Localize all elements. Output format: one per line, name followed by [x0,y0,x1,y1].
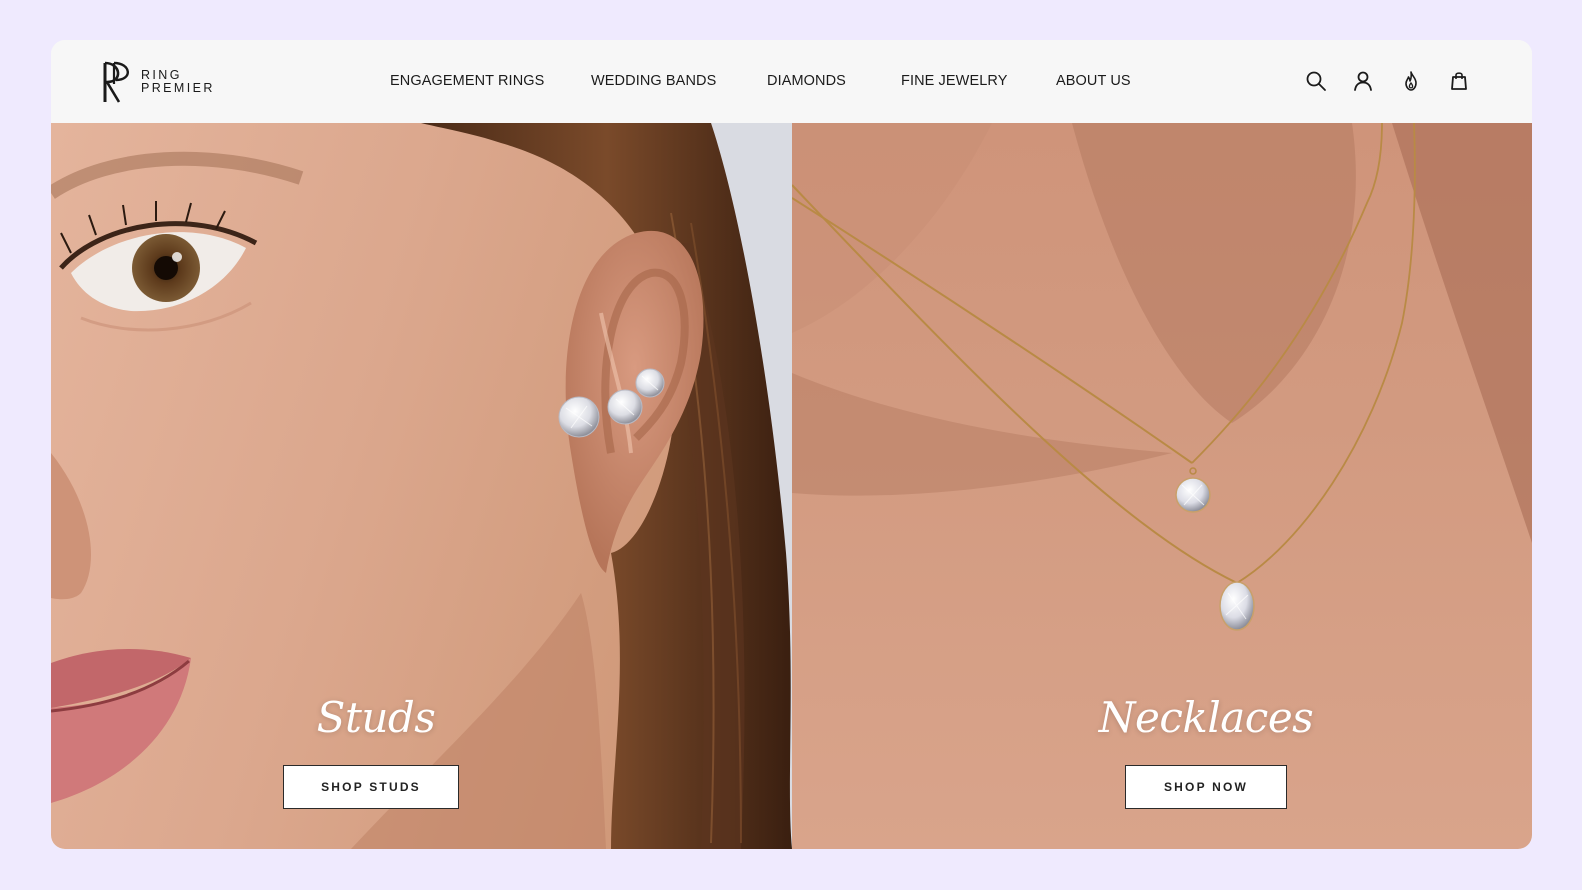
nav-diamonds[interactable]: DIAMONDS [767,73,846,89]
shopping-bag-icon[interactable] [1447,69,1471,93]
search-icon[interactable] [1304,69,1328,93]
necklaces-heading: Necklaces [1098,693,1314,742]
shop-now-button[interactable]: SHOP NOW [1125,765,1287,809]
nav-fine-jewelry[interactable]: FINE JEWELRY [901,73,1007,89]
shop-studs-button[interactable]: SHOP STUDS [283,765,459,809]
hero-panel-necklaces[interactable]: Necklaces SHOP NOW [792,123,1532,849]
nav-about-us[interactable]: ABOUT US [1056,73,1131,89]
site-frame: RING PREMIER ENGAGEMENT RINGS WEDDING BA… [51,40,1532,849]
nav-engagement-rings[interactable]: ENGAGEMENT RINGS [390,73,544,89]
studs-heading: Studs [316,693,436,742]
account-icon[interactable] [1351,69,1375,93]
hero-panel-studs[interactable]: Studs SHOP STUDS [51,123,792,849]
wishlist-flame-icon[interactable] [1399,69,1423,93]
nav-wedding-bands[interactable]: WEDDING BANDS [591,73,716,89]
site-header: RING PREMIER ENGAGEMENT RINGS WEDDING BA… [51,40,1532,123]
